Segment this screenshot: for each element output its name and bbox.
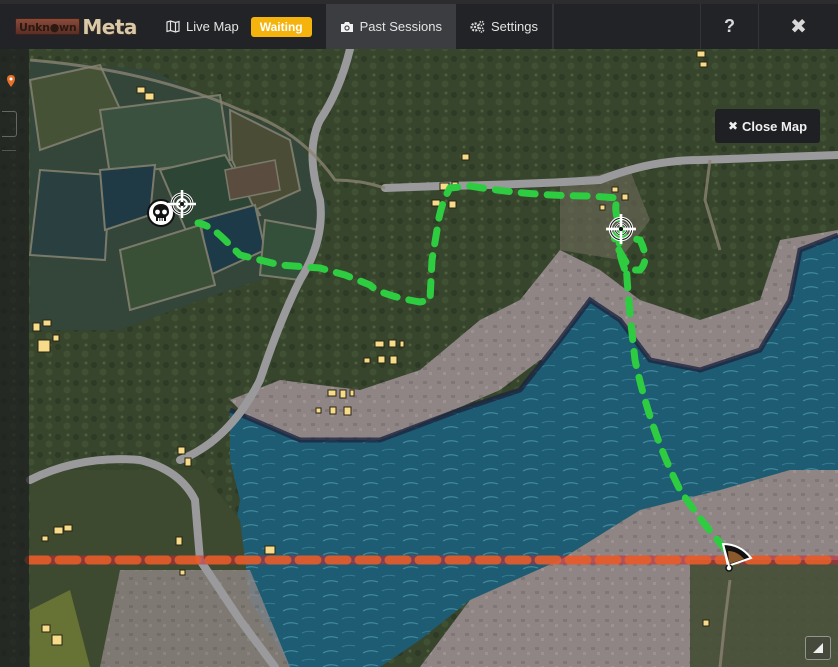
map-terrain — [0, 49, 838, 667]
close-icon: ✖ — [790, 16, 807, 38]
location-pin-icon[interactable] — [6, 74, 16, 93]
map-icon — [166, 20, 180, 33]
nav-live-map-label: Live Map — [186, 19, 239, 34]
resize-icon — [813, 643, 823, 653]
logo[interactable]: Unkn●wn Meta — [0, 4, 152, 49]
help-button[interactable]: ? — [700, 4, 758, 49]
cogs-icon — [470, 20, 485, 33]
status-badge: Waiting — [250, 16, 312, 37]
crosshair-icon — [167, 190, 197, 223]
app-window: Unkn●wn Meta Live Map Waiting Past Sessi… — [0, 0, 838, 667]
side-panel-divider — [2, 150, 16, 151]
close-map-icon: ✖ — [727, 119, 739, 133]
top-navigation-bar: Unkn●wn Meta Live Map Waiting Past Sessi… — [0, 0, 838, 49]
nav-past-sessions[interactable]: Past Sessions — [325, 4, 457, 49]
crosshair-icon — [605, 214, 637, 249]
map-side-panel — [0, 49, 29, 667]
question-icon: ? — [724, 16, 735, 36]
topbar-spacer — [553, 4, 700, 49]
side-panel-toggle[interactable] — [2, 111, 17, 137]
close-window-button[interactable]: ✖ — [758, 4, 838, 49]
map-resize-button[interactable] — [805, 636, 831, 660]
nav-past-sessions-label: Past Sessions — [359, 19, 443, 34]
close-map-label: Close Map — [742, 118, 808, 134]
logo-meta-text: Meta — [82, 14, 137, 39]
kill-marker[interactable] — [167, 189, 197, 224]
map-canvas[interactable]: ✖ Close Map — [0, 49, 838, 667]
nav-settings[interactable]: Settings — [456, 4, 553, 49]
kill-marker[interactable] — [605, 213, 637, 250]
nav-settings-label: Settings — [491, 19, 538, 34]
camera-icon — [340, 21, 354, 33]
parachute-icon — [720, 542, 756, 580]
logo-unknown-text: Unkn●wn — [15, 18, 81, 35]
nav-live-map[interactable]: Live Map — [152, 4, 253, 49]
close-map-button[interactable]: ✖ Close Map — [715, 109, 820, 143]
landing-marker[interactable] — [720, 542, 756, 581]
